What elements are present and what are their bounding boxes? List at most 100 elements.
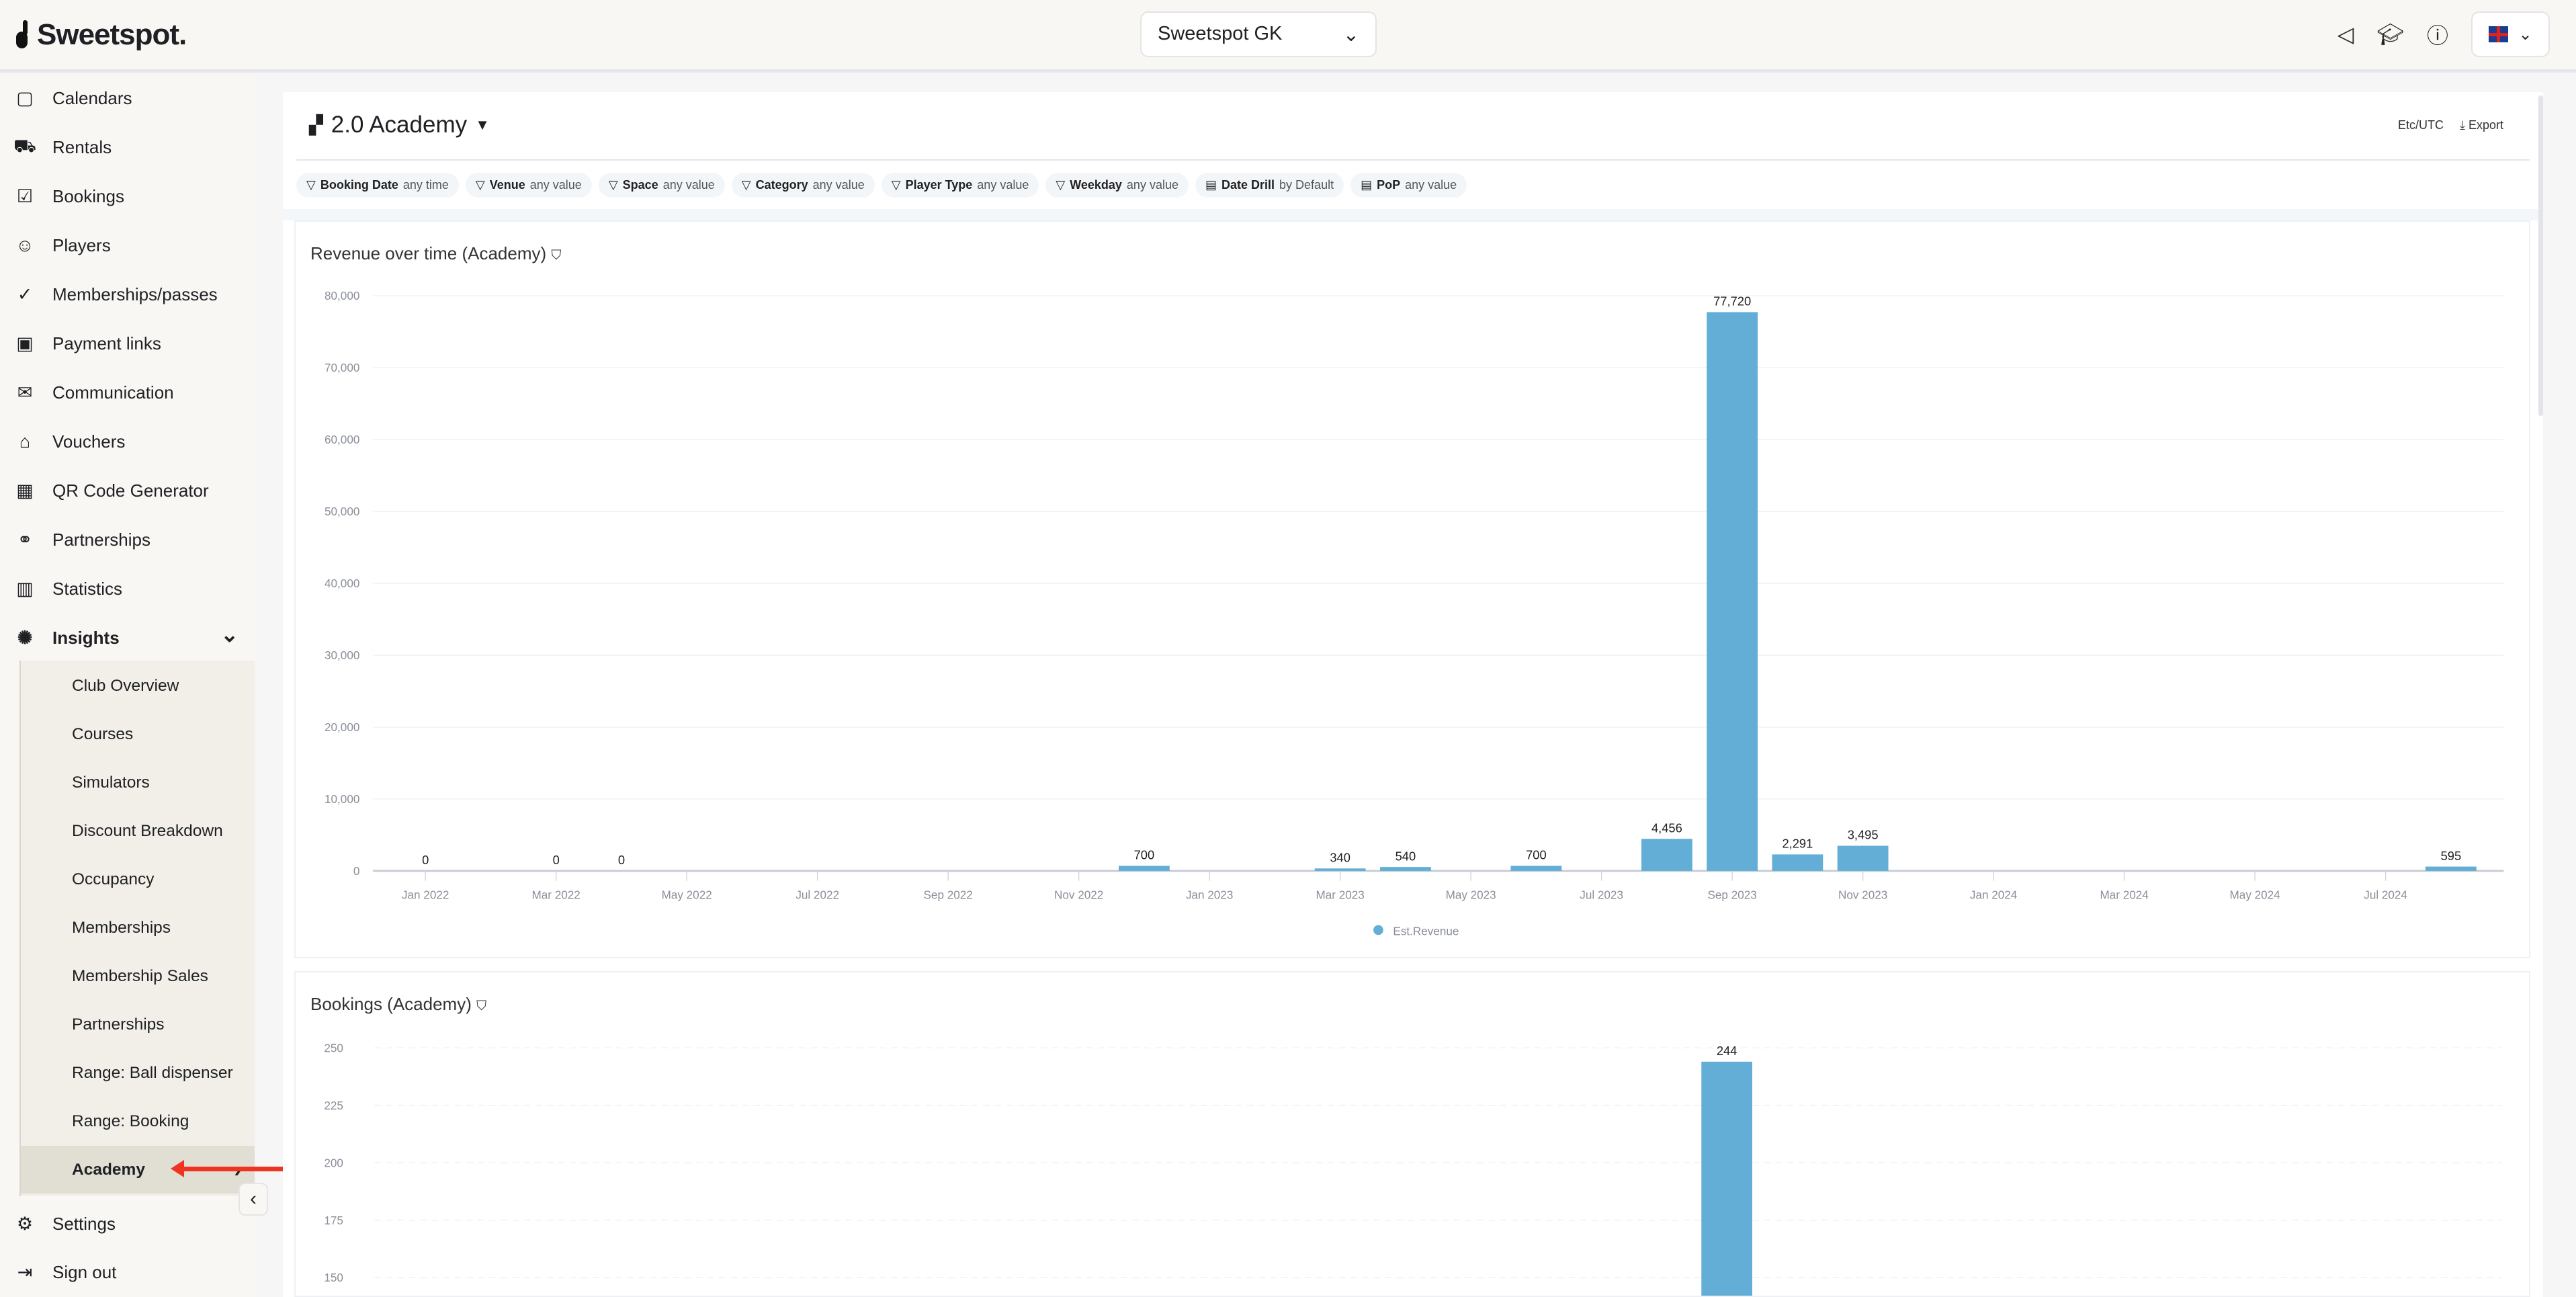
revenue-chart-card: Revenue over time (Academy) ⛉ 0 10,000 20,… — [294, 220, 2530, 958]
filter-icon[interactable]: ⛉ — [551, 248, 561, 263]
divider — [296, 159, 2530, 161]
logo[interactable]: Sweetspot. — [16, 18, 187, 52]
logo-text: Sweetspot. — [37, 18, 187, 51]
data-label: 0 — [553, 853, 560, 867]
chart-title: Bookings (Academy) ⛉ — [310, 994, 486, 1015]
sidebar-item-sign-out[interactable]: ⇥ Sign out — [0, 1248, 255, 1297]
insights-item-simulators[interactable]: Simulators — [21, 759, 255, 806]
x-tick-label: Jan 2023 — [1186, 888, 1233, 901]
x-tick-label: Nov 2023 — [1838, 888, 1887, 901]
help-icon[interactable]: ⓘ — [2427, 19, 2448, 50]
filter-icon[interactable]: ▼ — [475, 116, 490, 134]
qr-code-icon: ▦ — [16, 480, 34, 501]
megaphone-icon[interactable]: ◁ — [2337, 22, 2354, 47]
bar[interactable] — [1707, 312, 1758, 871]
filter-chip-venue[interactable]: ▽ Venue any value — [465, 173, 592, 198]
filter-name: Space — [622, 178, 658, 192]
sidebar-item-memberships-passes[interactable]: ✓ Memberships/passes — [0, 270, 255, 319]
sidebar-item-rentals[interactable]: ⛟ Rentals — [0, 123, 255, 172]
logo-mark-icon — [16, 20, 32, 50]
insights-item-club-overview[interactable]: Club Overview — [21, 662, 255, 710]
top-header: Sweetspot. Sweetspot GK ⌄ ◁ 🎓︎ ⓘ ⌄ — [0, 0, 2576, 73]
filter-chip-date-drill[interactable]: ▤ Date Drill by Default — [1195, 173, 1344, 198]
filter-icon: ▽ — [741, 178, 751, 192]
sidebar-item-calendars[interactable]: ▢ Calendars — [0, 74, 255, 123]
sidebar-item-settings[interactable]: ⚙ Settings — [0, 1200, 255, 1249]
insights-item-memberships[interactable]: Memberships — [21, 904, 255, 952]
y-tick-label: 225 — [324, 1099, 343, 1112]
dashboard-title-text: 2.0 Academy — [331, 112, 468, 138]
sidebar-item-communication[interactable]: ✉ Communication — [0, 368, 255, 417]
sidebar-item-partnerships[interactable]: ⚭ Partnerships — [0, 515, 255, 564]
bookings-chart-card: Bookings (Academy) ⛉ 150 175 200 225 250 244 — [294, 971, 2530, 1297]
sidebar-item-label: Partnerships — [52, 530, 151, 550]
filter-value: any value — [1126, 178, 1178, 192]
export-button[interactable]: ⤓ Export — [2460, 118, 2503, 132]
insights-item-range-ball-dispenser[interactable]: Range: Ball dispenser — [21, 1049, 255, 1097]
legend-label[interactable]: Est.Revenue — [1393, 925, 1459, 937]
sidebar-item-label: QR Code Generator — [52, 480, 209, 501]
insights-item-membership-sales[interactable]: Membership Sales — [21, 952, 255, 1000]
filter-name: Date Drill — [1221, 178, 1275, 192]
filter-chip-pop[interactable]: ▤ PoP any value — [1350, 173, 1467, 198]
sidebar-item-insights[interactable]: ✺ Insights ⌄ — [0, 614, 255, 663]
data-label: 540 — [1396, 849, 1416, 863]
insights-item-courses[interactable]: Courses — [21, 710, 255, 758]
sidebar-item-label: Players — [52, 235, 111, 255]
submenu-label: Membership Sales — [72, 966, 208, 985]
players-icon: ☺ — [15, 235, 34, 255]
bar[interactable] — [1510, 866, 1562, 871]
graduation-cap-icon[interactable]: 🎓︎ — [2376, 22, 2404, 47]
data-label: 77,720 — [1713, 294, 1751, 308]
bar[interactable] — [1314, 868, 1366, 871]
filter-chip-weekday[interactable]: ▽ Weekday any value — [1045, 173, 1189, 198]
filter-chip-booking-date[interactable]: ▽ Booking Date any time — [296, 173, 459, 198]
insights-item-range-booking[interactable]: Range: Booking — [21, 1097, 255, 1145]
x-tick-label: Mar 2024 — [2100, 888, 2149, 901]
divider — [283, 209, 2543, 220]
sidebar-item-payment-links[interactable]: ▣ Payment links — [0, 319, 255, 368]
insights-item-partnerships[interactable]: Partnerships — [21, 1001, 255, 1048]
bar[interactable] — [1772, 854, 1823, 871]
golf-cart-icon: ⛟ — [13, 136, 36, 156]
language-select[interactable]: ⌄ — [2471, 11, 2550, 57]
venue-select[interactable]: Sweetspot GK ⌄ — [1140, 11, 1377, 57]
filter-chip-player-type[interactable]: ▽ Player Type any value — [881, 173, 1039, 198]
bar[interactable] — [1701, 1061, 1752, 1296]
insights-item-occupancy[interactable]: Occupancy — [21, 855, 255, 903]
handshake-icon: ⚭ — [17, 530, 33, 550]
sidebar-item-qr-code-generator[interactable]: ▦ QR Code Generator — [0, 466, 255, 515]
scrollbar[interactable] — [2538, 95, 2543, 416]
bar[interactable] — [2425, 866, 2477, 871]
filter-chip-space[interactable]: ▽ Space any value — [598, 173, 725, 198]
sidebar-item-label: Insights — [52, 628, 120, 648]
chevron-down-icon[interactable]: ⌄ — [220, 622, 239, 647]
submenu-label: Partnerships — [72, 1015, 165, 1034]
sidebar-item-bookings[interactable]: ☑ Bookings — [0, 172, 255, 221]
submenu-label: Simulators — [72, 773, 150, 792]
sidebar-item-label: Rentals — [52, 137, 112, 157]
filter-icon: ▽ — [306, 178, 316, 192]
filter-icon[interactable]: ⛉ — [476, 999, 486, 1013]
y-tick-label: 175 — [324, 1214, 343, 1227]
filter-chip-category[interactable]: ▽ Category any value — [731, 173, 875, 198]
filter-icon: ▽ — [1056, 178, 1066, 192]
chevron-down-icon: ⌄ — [1342, 24, 1359, 46]
bar[interactable] — [1119, 866, 1170, 871]
timezone-button[interactable]: Etc/UTC — [2398, 118, 2444, 132]
sidebar-item-players[interactable]: ☺ Players — [0, 221, 255, 270]
bar[interactable] — [1379, 867, 1431, 871]
insights-item-discount-breakdown[interactable]: Discount Breakdown — [21, 807, 255, 855]
y-tick-label: 50,000 — [325, 505, 359, 518]
bar[interactable] — [1837, 845, 1889, 871]
filter-value: by Default — [1279, 178, 1334, 192]
data-label: 0 — [618, 853, 625, 867]
data-label: 2,291 — [1782, 837, 1813, 851]
bar[interactable] — [1641, 839, 1692, 871]
submenu-label: Range: Ball dispenser — [72, 1063, 233, 1082]
bar-chart-icon: ▥ — [16, 579, 34, 599]
submenu-label: Academy — [72, 1160, 145, 1179]
sidebar-item-label: Settings — [52, 1214, 116, 1234]
sidebar-item-vouchers[interactable]: ⌂ Vouchers — [0, 417, 255, 466]
sidebar-item-statistics[interactable]: ▥ Statistics — [0, 564, 255, 614]
